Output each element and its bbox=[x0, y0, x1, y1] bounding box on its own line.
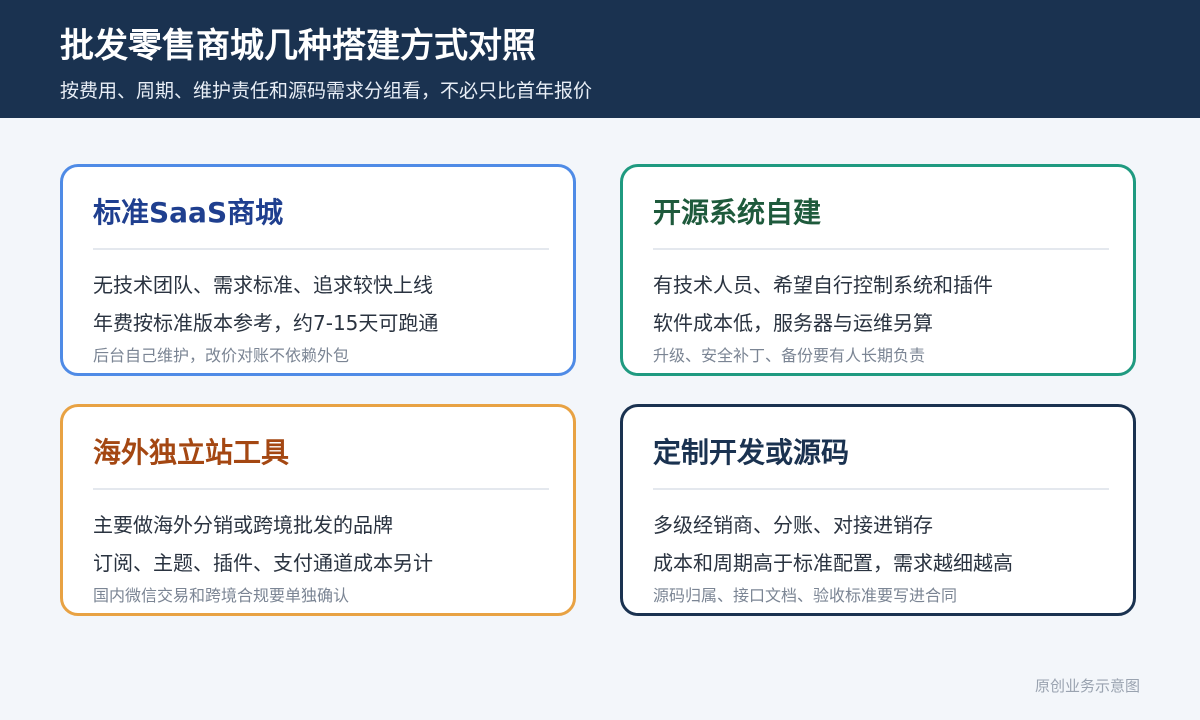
card-line: 年费按标准版本参考，约7-15天可跑通 bbox=[93, 311, 439, 335]
card-line: 订阅、主题、插件、支付通道成本另计 bbox=[93, 551, 433, 575]
page-subtitle: 按费用、周期、维护责任和源码需求分组看，不必只比首年报价 bbox=[60, 80, 593, 102]
card-divider bbox=[93, 248, 549, 250]
card-custom-development: 定制开发或源码 多级经销商、分账、对接进销存 成本和周期高于标准配置，需求越细越… bbox=[620, 404, 1136, 616]
card-title: 定制开发或源码 bbox=[653, 436, 850, 469]
card-line: 无技术团队、需求标准、追求较快上线 bbox=[93, 273, 433, 297]
footer-caption: 原创业务示意图 bbox=[1034, 677, 1140, 695]
card-standard-saas: 标准SaaS商城 无技术团队、需求标准、追求较快上线 年费按标准版本参考，约7-… bbox=[60, 164, 576, 376]
card-note: 后台自己维护，改价对账不依赖外包 bbox=[93, 346, 350, 365]
card-note: 升级、安全补丁、备份要有人长期负责 bbox=[653, 346, 926, 365]
card-line: 主要做海外分销或跨境批发的品牌 bbox=[93, 513, 393, 537]
card-title: 开源系统自建 bbox=[653, 196, 822, 229]
header-banner: 批发零售商城几种搭建方式对照 按费用、周期、维护责任和源码需求分组看，不必只比首… bbox=[0, 0, 1200, 118]
page-title: 批发零售商城几种搭建方式对照 bbox=[60, 26, 536, 66]
card-line: 软件成本低，服务器与运维另算 bbox=[653, 311, 933, 335]
card-note: 国内微信交易和跨境合规要单独确认 bbox=[93, 586, 350, 605]
card-line: 多级经销商、分账、对接进销存 bbox=[653, 513, 933, 537]
card-line: 有技术人员、希望自行控制系统和插件 bbox=[653, 273, 993, 297]
card-open-source: 开源系统自建 有技术人员、希望自行控制系统和插件 软件成本低，服务器与运维另算 … bbox=[620, 164, 1136, 376]
card-title: 标准SaaS商城 bbox=[93, 196, 284, 229]
card-note: 源码归属、接口文档、验收标准要写进合同 bbox=[653, 586, 958, 605]
card-line: 成本和周期高于标准配置，需求越细越高 bbox=[653, 551, 1013, 575]
card-divider bbox=[93, 488, 549, 490]
page: 批发零售商城几种搭建方式对照 按费用、周期、维护责任和源码需求分组看，不必只比首… bbox=[0, 0, 1200, 720]
card-overseas-tools: 海外独立站工具 主要做海外分销或跨境批发的品牌 订阅、主题、插件、支付通道成本另… bbox=[60, 404, 576, 616]
card-divider bbox=[653, 488, 1109, 490]
card-title: 海外独立站工具 bbox=[93, 436, 290, 469]
card-divider bbox=[653, 248, 1109, 250]
